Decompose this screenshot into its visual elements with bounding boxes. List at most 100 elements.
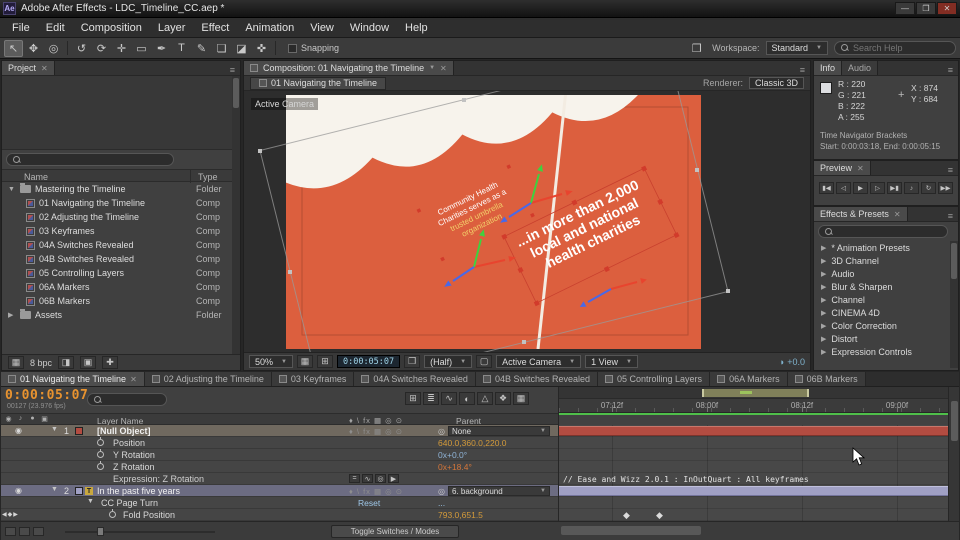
twirl-icon[interactable]: ▼ xyxy=(87,498,94,505)
chevron-down-icon[interactable]: ▼ xyxy=(429,65,435,71)
solo-column-icon[interactable]: ● xyxy=(28,415,37,424)
timeline-tab[interactable]: 04B Switches Revealed xyxy=(475,372,598,386)
project-search-input[interactable] xyxy=(25,154,155,165)
audio-column-icon[interactable]: ♪ xyxy=(16,415,25,424)
menu-effect[interactable]: Effect xyxy=(193,18,237,37)
region-of-interest-icon[interactable]: ▢ xyxy=(476,355,493,368)
loop-button[interactable]: ↻ xyxy=(921,182,936,194)
twirl-icon[interactable]: ▼ xyxy=(51,426,58,433)
close-icon[interactable]: ✕ xyxy=(857,164,864,173)
mask-shape-tool-icon[interactable]: ▭ xyxy=(132,40,151,57)
property-value[interactable]: 0x+0.0° xyxy=(438,450,467,460)
toggle-switches-modes-button[interactable]: Toggle Switches / Modes xyxy=(331,525,459,538)
twirl-icon[interactable]: ▶ xyxy=(821,322,826,330)
eraser-tool-icon[interactable]: ◪ xyxy=(232,40,251,57)
pan-behind-tool-icon[interactable]: ✛ xyxy=(112,40,131,57)
twirl-icon[interactable]: ▶ xyxy=(821,244,826,252)
effect-name[interactable]: CC Page Turn xyxy=(101,498,158,508)
project-item[interactable]: 01 Navigating the Timeline Comp xyxy=(2,196,232,210)
menu-help[interactable]: Help xyxy=(397,18,436,37)
snapshot-icon[interactable]: ❒ xyxy=(404,355,421,368)
next-keyframe-icon[interactable]: ▶ xyxy=(13,512,19,518)
first-frame-button[interactable]: ▮◀ xyxy=(819,182,834,194)
time-ruler[interactable]: 07:12f 08:00f 08:12f 09:00f xyxy=(559,399,949,413)
effects-category[interactable]: ▶ Distort xyxy=(814,332,949,345)
switches-column-icons[interactable]: ♦ \ fx ▦ ◎ ⊙ xyxy=(349,416,403,425)
timeline-tab[interactable]: 06A Markers xyxy=(710,372,788,386)
active-camera-select[interactable]: Active Camera ▼ xyxy=(496,355,582,368)
effects-category[interactable]: ▶ CINEMA 4D xyxy=(814,306,949,319)
timeline-horizontal-scrollbar[interactable] xyxy=(561,526,701,535)
tab-preview[interactable]: Preview ✕ xyxy=(814,161,871,175)
timeline-tab[interactable]: 06B Markers xyxy=(787,372,866,386)
tab-info[interactable]: Info xyxy=(814,61,843,75)
menu-view[interactable]: View xyxy=(302,18,342,37)
brush-tool-icon[interactable]: ✎ xyxy=(192,40,211,57)
expression-enable-icon[interactable]: = xyxy=(349,474,360,483)
clone-stamp-tool-icon[interactable]: ❏ xyxy=(212,40,231,57)
twirl-icon[interactable]: ▼ xyxy=(51,486,58,493)
property-row-y-rotation[interactable]: Y Rotation 0x+0.0° xyxy=(1,449,558,461)
project-item[interactable]: ▶ Assets Folder xyxy=(2,308,232,322)
project-item[interactable]: 06A Markers Comp xyxy=(2,280,232,294)
twirl-icon[interactable]: ▶ xyxy=(821,309,826,317)
effects-category[interactable]: ▶ Audio xyxy=(814,267,949,280)
close-icon[interactable]: ✕ xyxy=(130,375,137,384)
motion-blur-icon[interactable]: △ xyxy=(477,392,493,405)
workspace-select[interactable]: Standard ▼ xyxy=(765,41,828,55)
expression-pickwhip-icon[interactable]: ◎ xyxy=(375,474,386,483)
last-frame-button[interactable]: ▶▮ xyxy=(887,182,902,194)
layer-switches[interactable]: ♦ \ fx ▦ ◎ ⊙ xyxy=(349,427,403,436)
timeline-tab[interactable]: 01 Navigating the Timeline ✕ xyxy=(1,372,145,386)
parent-select[interactable]: ◎ 6. background ▼ xyxy=(438,486,550,496)
ram-preview-button[interactable]: ▶▶ xyxy=(938,182,953,194)
renderer-select[interactable]: Classic 3D xyxy=(748,77,804,89)
hide-shy-layers-icon[interactable]: ∿ xyxy=(441,392,457,405)
type-tool-icon[interactable]: T xyxy=(172,40,191,57)
timeline-search-input[interactable] xyxy=(106,394,161,405)
timeline-tab[interactable]: 03 Keyframes xyxy=(271,372,355,386)
parent-select[interactable]: ◎ None ▼ xyxy=(438,426,550,436)
twirl-icon[interactable]: ▶ xyxy=(8,311,16,319)
grid-guides-icon[interactable]: ▦ xyxy=(296,355,313,368)
timeline-vertical-scrollbar[interactable] xyxy=(948,387,959,521)
eye-icon[interactable]: ◉ xyxy=(15,486,22,495)
effects-category[interactable]: ▶ * Animation Presets xyxy=(814,241,949,254)
magnification-select[interactable]: 50% ▼ xyxy=(249,355,293,368)
close-icon[interactable]: ✕ xyxy=(440,64,447,73)
menu-composition[interactable]: Composition xyxy=(73,18,150,37)
tab-audio[interactable]: Audio xyxy=(842,61,879,75)
effect-options-link[interactable]: ... xyxy=(438,498,445,508)
exposure-icon[interactable]: ◑ xyxy=(779,357,784,367)
bit-depth-label[interactable]: 8 bpc xyxy=(30,358,52,368)
composition-crumb[interactable]: 01 Navigating the Timeline xyxy=(250,76,387,90)
view-layout-select[interactable]: 1 View ▼ xyxy=(585,355,638,368)
expand-in-out-icon[interactable] xyxy=(33,527,44,536)
timeline-zoom-slider[interactable] xyxy=(65,531,215,533)
effects-search-input[interactable] xyxy=(837,226,937,237)
twirl-icon[interactable]: ▶ xyxy=(821,296,826,304)
menu-animation[interactable]: Animation xyxy=(237,18,302,37)
panel-menu-icon[interactable]: ≡ xyxy=(795,65,810,75)
maximize-button[interactable]: ❒ xyxy=(916,2,936,15)
time-navigator-brackets[interactable] xyxy=(702,389,809,397)
layer-name[interactable]: [Null Object] xyxy=(97,426,151,436)
snapping-checkbox[interactable] xyxy=(288,43,297,53)
twirl-icon[interactable]: ▶ xyxy=(821,348,826,356)
eye-column-icon[interactable]: ◉ xyxy=(4,415,13,424)
menu-file[interactable]: File xyxy=(4,18,38,37)
audio-toggle-button[interactable]: ♪ xyxy=(904,182,919,194)
keyframe-diamond[interactable]: ◆ xyxy=(656,510,663,521)
puppet-pin-tool-icon[interactable]: ✜ xyxy=(252,40,271,57)
label-color-chip[interactable] xyxy=(75,427,83,435)
next-frame-button[interactable]: ▷ xyxy=(870,182,885,194)
menu-layer[interactable]: Layer xyxy=(150,18,194,37)
tab-effects-presets[interactable]: Effects & Presets ✕ xyxy=(814,207,908,221)
close-button[interactable]: ✕ xyxy=(937,2,957,15)
property-name[interactable]: Z Rotation xyxy=(113,462,155,472)
keyframe-diamond[interactable]: ◆ xyxy=(623,510,630,521)
timeline-tab[interactable]: 02 Adjusting the Timeline xyxy=(144,372,272,386)
composition-canvas[interactable]: Community Health Charities serves as a t… xyxy=(244,91,810,352)
graph-editor-icon[interactable]: ▦ xyxy=(513,392,529,405)
help-search-input[interactable] xyxy=(853,43,945,53)
